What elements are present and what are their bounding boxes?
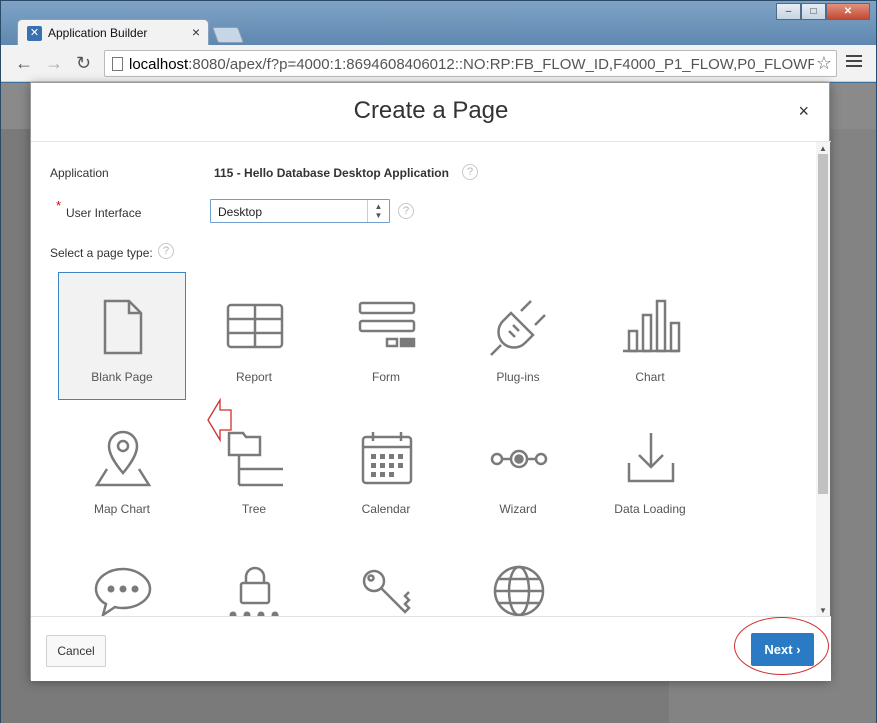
tab-close-icon[interactable]: × — [192, 24, 200, 40]
next-button[interactable]: Next › — [751, 633, 814, 666]
page-type-access-control[interactable] — [322, 536, 450, 616]
tile-label: Calendar — [361, 502, 411, 516]
download-icon — [627, 433, 675, 483]
wizard-icon — [490, 449, 548, 469]
browser-toolbar: ← → ↻ localhost:8080/apex/f?p=4000:1:869… — [1, 45, 876, 82]
tile-label: Data Loading — [614, 502, 686, 516]
page-type-global[interactable] — [454, 536, 582, 616]
page-type-feedback[interactable] — [58, 536, 186, 616]
user-interface-select[interactable]: Desktop ▲ ▼ — [210, 199, 390, 223]
page-type-data-loading[interactable]: Data Loading — [586, 404, 714, 532]
scroll-thumb[interactable] — [818, 154, 828, 494]
page-type-report[interactable]: Report — [190, 272, 318, 400]
reload-icon[interactable]: ↻ — [76, 53, 91, 74]
tile-label: Form — [372, 370, 400, 384]
page-type-plug-ins[interactable]: Plug-ins — [454, 272, 582, 400]
application-value: 115 - Hello Database Desktop Application — [214, 166, 449, 180]
tile-label: Map Chart — [93, 502, 151, 516]
window-controls: – □ ✕ — [776, 3, 870, 20]
annotation-arrow-icon — [207, 398, 232, 442]
page-icon — [112, 57, 123, 71]
window-close-button[interactable]: ✕ — [826, 3, 870, 20]
page-type-wizard[interactable]: Wizard — [454, 404, 582, 532]
page-type-form[interactable]: Form — [322, 272, 450, 400]
plugin-icon — [490, 300, 546, 356]
back-icon[interactable]: ← — [15, 53, 33, 74]
url-text: localhost:8080/apex/f?p=4000:1:869460840… — [129, 56, 814, 73]
report-icon — [226, 303, 284, 349]
dialog-body: Application 115 - Hello Database Desktop… — [31, 141, 831, 616]
page-type-login[interactable] — [190, 536, 318, 616]
form-icon — [358, 301, 416, 348]
tile-label: Wizard — [499, 502, 537, 516]
create-page-dialog: Create a Page × Application 115 - Hello … — [30, 82, 831, 681]
application-help-icon[interactable]: ? — [462, 164, 478, 180]
required-marker: * — [56, 198, 62, 213]
dialog-close-icon[interactable]: × — [798, 101, 809, 122]
maximize-button[interactable]: □ — [801, 3, 826, 20]
new-tab-button[interactable] — [212, 27, 244, 43]
scroll-up-icon[interactable]: ▲ — [819, 144, 827, 153]
tile-label: Report — [235, 370, 273, 384]
tile-label: Plug-ins — [496, 370, 540, 384]
scroll-down-icon[interactable]: ▼ — [819, 606, 827, 615]
forward-icon[interactable]: → — [45, 53, 63, 74]
page-type-chart[interactable]: Chart — [586, 272, 714, 400]
minimize-button[interactable]: – — [776, 3, 801, 20]
tile-label: Chart — [635, 370, 665, 384]
user-interface-label: User Interface — [66, 206, 142, 220]
calendar-icon — [361, 432, 413, 485]
page-type-map-chart[interactable]: Map Chart — [58, 404, 186, 532]
browser-menu-icon[interactable] — [846, 55, 862, 70]
chart-icon — [623, 299, 681, 353]
cancel-button[interactable]: Cancel — [46, 635, 106, 667]
key-icon — [362, 569, 411, 614]
user-interface-help-icon[interactable]: ? — [398, 203, 414, 219]
page-type-help-icon[interactable]: ? — [158, 243, 174, 259]
apex-favicon-icon: ✕ — [27, 26, 42, 41]
tile-label: Blank Page — [91, 370, 153, 384]
page-type-calendar[interactable]: Calendar — [322, 404, 450, 532]
application-label: Application — [50, 166, 109, 180]
dialog-scrollbar[interactable]: ▲ ▼ — [816, 142, 830, 616]
browser-tab[interactable]: ✕ Application Builder × — [17, 19, 209, 46]
blank-page-icon — [103, 299, 143, 355]
globe-icon — [493, 565, 545, 616]
address-bar[interactable]: localhost:8080/apex/f?p=4000:1:869460840… — [104, 50, 837, 77]
dialog-title: Create a Page — [353, 97, 509, 124]
chevron-right-icon: › — [796, 642, 801, 657]
page-type-label: Select a page type: — [50, 246, 153, 260]
bookmark-star-icon[interactable]: ☆ — [816, 53, 832, 74]
chat-bubble-icon — [94, 567, 152, 616]
select-arrows-icon: ▲ ▼ — [367, 200, 389, 222]
page-type-blank-page[interactable]: Blank Page — [58, 272, 186, 400]
map-pin-icon — [94, 430, 152, 487]
tab-title: Application Builder — [48, 26, 148, 40]
tree-icon — [227, 431, 283, 487]
tile-label: Tree — [241, 502, 267, 516]
lock-icon — [229, 566, 279, 616]
user-interface-value: Desktop — [218, 205, 263, 219]
next-label: Next — [764, 642, 793, 657]
title-bar: ✕ Application Builder × – □ ✕ — [1, 1, 876, 46]
dialog-footer: Cancel Next › — [31, 616, 831, 681]
